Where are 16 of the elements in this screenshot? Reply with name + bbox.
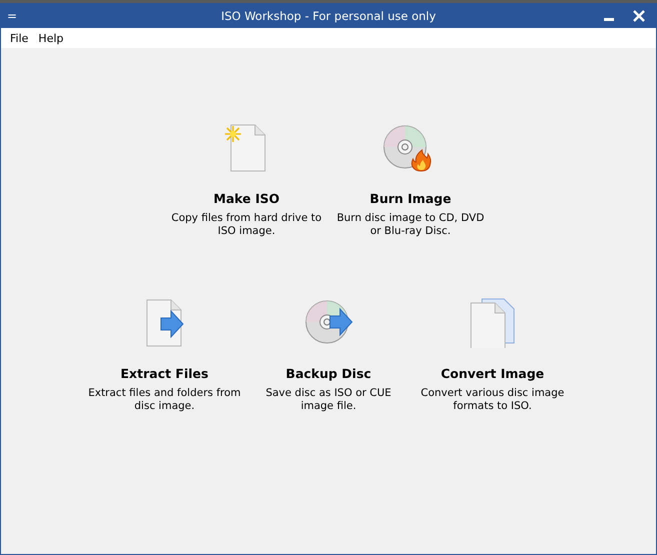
menu-item[interactable]: Help [33, 32, 68, 44]
task-title-link[interactable]: Make ISO [214, 191, 280, 206]
task-title-link[interactable]: Extract Files [120, 366, 208, 381]
task-title-link[interactable]: Burn Image [370, 191, 452, 206]
system-menu-button[interactable]: = [1, 8, 23, 22]
task-description: Burn disc image to CD, DVD or Blu-ray Disc. [336, 212, 484, 238]
task-description: Copy files from hard drive to ISO image. [171, 212, 322, 238]
menu-item[interactable]: File [5, 32, 34, 44]
minimize-icon [604, 18, 614, 21]
close-icon [633, 10, 645, 22]
task-title-link[interactable]: Convert Image [440, 366, 544, 381]
task-description: Extract files and folders from disc image. [88, 387, 241, 413]
task-description: Convert various disc image formats to ISO. [420, 387, 564, 413]
task-description: Save disc as ISO or CUE image file. [266, 387, 392, 413]
window-title: ISO Workshop - For personal use only [221, 8, 436, 22]
task-title-link[interactable]: Backup Disc [286, 366, 372, 381]
